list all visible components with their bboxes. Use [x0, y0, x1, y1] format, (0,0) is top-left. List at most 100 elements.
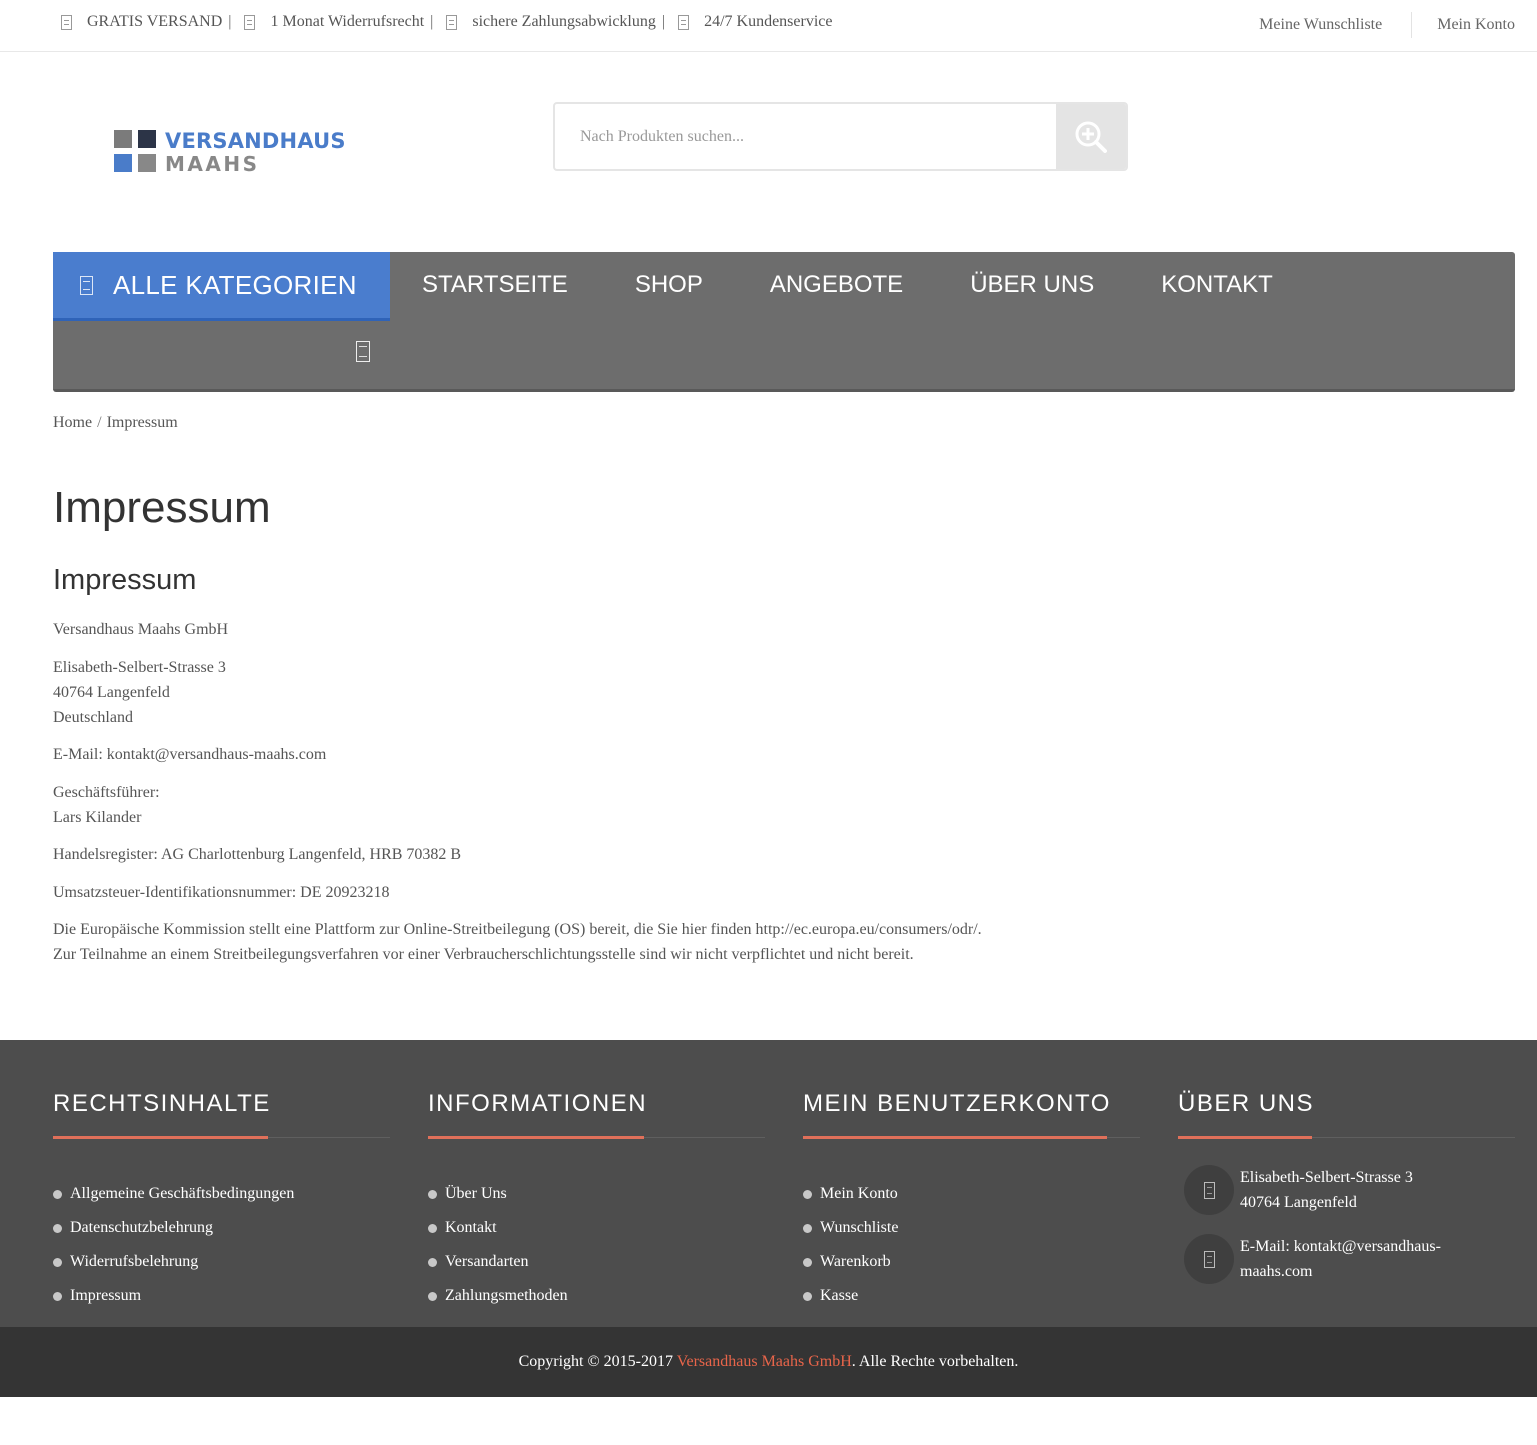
wishlist-link[interactable]: Meine Wunschliste — [1259, 16, 1382, 34]
email-line: maahs.com — [1240, 1263, 1313, 1280]
footer-link[interactable]: Zahlungsmethoden — [428, 1279, 765, 1313]
nav-link-startseite[interactable]: STARTSEITE — [422, 271, 568, 299]
location-icon — [1184, 1165, 1234, 1215]
footer-link-label: Mein Konto — [820, 1185, 898, 1202]
heading-accent — [803, 1136, 1107, 1139]
divider — [1411, 12, 1413, 38]
footer-link[interactable]: Datenschutzbelehrung — [53, 1211, 390, 1245]
copyright-brand-link[interactable]: Versandhaus Maahs GmbH — [677, 1353, 852, 1370]
usp-label: 1 Monat Widerrufsrecht — [270, 13, 425, 30]
address-country: Deutschland — [53, 708, 133, 726]
footer-link[interactable]: Warenkorb — [803, 1245, 1140, 1279]
footer-link[interactable]: Über Uns — [428, 1177, 765, 1211]
odr-notice: Zur Teilnahme an einem Streitbeilegungsv… — [53, 946, 914, 963]
all-categories-button[interactable]: ALLE KATEGORIEN — [53, 252, 390, 321]
ceo-name: Lars Kilander — [53, 808, 142, 826]
footer-link[interactable]: Wunschliste — [803, 1211, 1140, 1245]
footer-link[interactable]: Allgemeine Geschäftsbedingungen — [53, 1177, 390, 1211]
breadcrumb-current: Impressum — [106, 414, 178, 431]
footer-link[interactable]: Kontakt — [428, 1211, 765, 1245]
footer-link[interactable]: Impressum — [53, 1279, 390, 1313]
bullet-icon — [53, 1189, 62, 1199]
logo-text-secondary: MAAHS — [165, 152, 260, 176]
footer-list: Über Uns Kontakt Versandarten Zahlungsme… — [428, 1177, 765, 1313]
address-block: Elisabeth-Selbert-Strasse 3 40764 Langen… — [53, 655, 1053, 730]
main-navigation: ALLE KATEGORIEN STARTSEITE SHOP ANGEBOTE… — [53, 252, 1515, 392]
nav-link-kontakt[interactable]: KONTAKT — [1161, 271, 1273, 299]
bullet-icon — [428, 1223, 437, 1233]
footer-link-label: Wunschliste — [820, 1219, 899, 1236]
heading-accent — [1178, 1136, 1312, 1139]
footer-link-label: Datenschutzbelehrung — [70, 1219, 214, 1236]
calendar-icon — [244, 14, 256, 30]
footer-link-label: Allgemeine Geschäftsbedingungen — [70, 1185, 295, 1202]
bullet-icon — [803, 1223, 812, 1233]
breadcrumb-separator: / — [97, 414, 102, 431]
footer-column-account: MEIN BENUTZERKONTO Mein Konto Wunschlist… — [803, 1090, 1140, 1313]
bullet-icon — [428, 1291, 437, 1301]
address-line: Elisabeth-Selbert-Strasse 3 — [1240, 1169, 1413, 1186]
bullet-icon — [53, 1257, 62, 1267]
lock-icon — [446, 14, 458, 30]
ceo-block: Geschäftsführer: Lars Kilander — [53, 780, 1053, 830]
truck-icon — [61, 14, 72, 30]
logo-square — [138, 154, 156, 172]
category-toggle-icon[interactable] — [356, 341, 370, 362]
usp-item-return: 1 Monat Widerrufsrecht | — [244, 13, 446, 31]
footer-list: Mein Konto Wunschliste Warenkorb Kasse — [803, 1177, 1140, 1313]
bullet-icon — [53, 1223, 62, 1233]
footer-link[interactable]: Widerrufsbelehrung — [53, 1245, 390, 1279]
nav-link-angebote[interactable]: ANGEBOTE — [770, 271, 903, 299]
footer-link[interactable]: Mein Konto — [803, 1177, 1140, 1211]
search-button[interactable] — [1056, 104, 1126, 169]
logo-text-primary: VERSANDHAUS — [165, 129, 346, 153]
address-line: 40764 Langenfeld — [1240, 1194, 1357, 1211]
search-input[interactable] — [555, 104, 1058, 169]
headset-icon — [678, 14, 690, 30]
usp-separator: | — [228, 13, 232, 30]
logo-square — [114, 130, 132, 148]
usp-list: GRATIS VERSAND | 1 Monat Widerrufsrecht … — [61, 13, 832, 31]
footer-column-info: INFORMATIONEN Über Uns Kontakt Versandar… — [428, 1090, 765, 1313]
breadcrumb-home[interactable]: Home — [53, 414, 92, 431]
logo-square — [138, 130, 156, 148]
account-link[interactable]: Mein Konto — [1437, 16, 1515, 34]
usp-item-shipping: GRATIS VERSAND | — [61, 13, 244, 31]
bullet-icon — [428, 1257, 437, 1267]
contact-email: E-Mail: kontakt@versandhaus- maahs.com — [1184, 1234, 1470, 1284]
footer-heading: ÜBER UNS — [1178, 1090, 1315, 1117]
page-title: Impressum — [53, 483, 271, 532]
footer-link-label: Warenkorb — [820, 1253, 891, 1270]
bullet-icon — [803, 1257, 812, 1267]
footer-heading: INFORMATIONEN — [428, 1090, 648, 1117]
bullet-icon — [53, 1291, 62, 1301]
nav-link-ueber-uns[interactable]: ÜBER UNS — [970, 271, 1094, 299]
nav-links: STARTSEITE SHOP ANGEBOTE ÜBER UNS KONTAK… — [422, 271, 1340, 299]
nav-link-shop[interactable]: SHOP — [635, 271, 703, 299]
address-street: Elisabeth-Selbert-Strasse 3 — [53, 658, 226, 676]
footer-link[interactable]: Versandarten — [428, 1245, 765, 1279]
search-bar — [553, 102, 1128, 171]
menu-icon — [80, 275, 93, 295]
copyright-prefix: Copyright © 2015-2017 — [518, 1353, 677, 1370]
register-text: Handelsregister: AG Charlottenburg Lange… — [53, 846, 462, 863]
footer-link-label: Kontakt — [445, 1219, 497, 1236]
logo-square — [114, 154, 132, 172]
usp-separator: | — [661, 13, 666, 30]
heading-accent — [53, 1136, 268, 1139]
all-categories-label: ALLE KATEGORIEN — [113, 269, 357, 300]
odr-block: Die Europäische Kommission stellt eine P… — [53, 917, 1053, 967]
bullet-icon — [803, 1291, 812, 1301]
copyright-bar: Copyright © 2015-2017 Versandhaus Maahs … — [0, 1327, 1537, 1397]
footer-list: Allgemeine Geschäftsbedingungen Datensch… — [53, 1177, 390, 1313]
envelope-icon — [1184, 1234, 1234, 1284]
site-logo[interactable]: VERSANDHAUS MAAHS — [114, 129, 346, 176]
top-bar: GRATIS VERSAND | 1 Monat Widerrufsrecht … — [0, 0, 1537, 52]
footer-link[interactable]: Kasse — [803, 1279, 1140, 1313]
bullet-icon — [803, 1189, 812, 1199]
company-name: Versandhaus Maahs GmbH — [53, 621, 229, 638]
footer-link-label: Kasse — [820, 1287, 859, 1304]
odr-text: Die Europäische Kommission stellt eine P… — [53, 921, 982, 938]
footer-link-label: Zahlungsmethoden — [445, 1287, 568, 1304]
contact-email-text[interactable]: E-Mail: kontakt@versandhaus- maahs.com — [1240, 1234, 1470, 1284]
